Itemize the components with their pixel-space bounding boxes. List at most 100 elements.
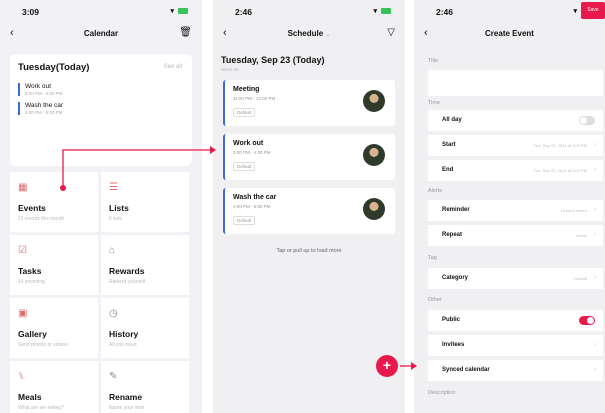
trash-icon[interactable]: 🗑	[179, 27, 192, 38]
tile-label: History	[109, 329, 139, 339]
event-card[interactable]: Work out 3:00 PM - 4:00 PM Default	[223, 134, 395, 180]
row-label: Invitees	[442, 342, 465, 348]
event-title: Meeting	[233, 86, 260, 93]
page-title[interactable]: Schedule ⌄	[213, 29, 405, 38]
section-alerts: Alerts	[428, 188, 443, 194]
tile-sub: 21 events this month	[18, 216, 65, 222]
tile-label: Events	[18, 203, 46, 213]
checkbox-icon: ☑	[18, 245, 27, 256]
clock-icon: ◷	[109, 308, 118, 319]
signal-battery-icon: ▾	[374, 7, 391, 15]
row-label: Reminder	[442, 207, 470, 213]
repeat-row[interactable]: Repeat Never ›	[428, 225, 603, 246]
section-time: Time	[428, 100, 441, 106]
row-label: Repeat	[442, 232, 463, 238]
today-heading: Tuesday(Today)	[18, 62, 90, 73]
section-title: Title	[428, 58, 439, 64]
add-event-button[interactable]: +	[376, 355, 398, 377]
status-time: 2:46	[436, 7, 454, 17]
schedule-title: Schedule	[287, 29, 324, 38]
tile-label: Gallery	[18, 329, 47, 339]
filter-icon[interactable]: ▽	[387, 27, 395, 38]
tile-sub: All you need	[109, 342, 137, 348]
chevron-right-icon: ›	[594, 342, 596, 348]
tile-tasks[interactable]: ☑ Tasks 14 incoming	[10, 235, 98, 295]
event-title: Work out	[233, 140, 264, 147]
calendar-icon: ▦	[18, 182, 28, 193]
tile-label: Meals	[18, 392, 42, 402]
chevron-right-icon: ›	[594, 275, 596, 281]
repeat-value: Never	[576, 233, 587, 238]
row-label: Category	[442, 275, 469, 281]
event-tag: Default	[233, 108, 256, 117]
today-card[interactable]: Tuesday(Today) See all Work out 3:00 PM …	[10, 54, 192, 166]
create-event-screen: 2:46 ▾ ‹ Create Event Save Title Time Al…	[414, 0, 605, 413]
status-time: 3:09	[22, 7, 40, 17]
today-event-time: 4:00 PM - 5:00 PM	[25, 110, 63, 115]
avatar	[363, 90, 385, 112]
reminder-value: 15 mins before	[560, 208, 587, 213]
today-event[interactable]: Work out 3:00 PM - 4:00 PM	[18, 83, 184, 96]
chevron-down-icon: ⌄	[325, 32, 331, 38]
tile-history[interactable]: ◷ History All you need	[101, 298, 189, 358]
tile-events[interactable]: ▦ Events 21 events this month	[10, 172, 98, 232]
today-event-title: Wash the car	[25, 102, 64, 109]
avatar	[363, 144, 385, 166]
save-button[interactable]: Save	[581, 2, 605, 19]
nav-bar: ‹ Create Event	[414, 22, 605, 46]
tile-label: Lists	[109, 203, 129, 213]
category-value: Default	[574, 276, 587, 281]
nav-bar: ‹ Calendar 🗑	[0, 22, 202, 46]
tile-gallery[interactable]: ▣ Gallery Send photos or videos	[10, 298, 98, 358]
tile-rename[interactable]: ✎ Rename Name your item	[101, 361, 189, 413]
tile-meals[interactable]: ⑊ Meals What are we eating?	[10, 361, 98, 413]
tile-sub: Send photos or videos	[18, 342, 68, 348]
signal-battery-icon: ▾	[171, 7, 188, 15]
date-subtitle: Week 39	[221, 67, 239, 72]
see-all-link[interactable]: See all	[164, 64, 182, 70]
all-day-toggle[interactable]	[579, 116, 595, 125]
chevron-right-icon: ›	[594, 207, 596, 213]
end-row[interactable]: End Tue, Sep 23, 2014 at 4:00 PM ›	[428, 160, 603, 181]
start-value: Tue, Sep 23, 2014 at 3:00 PM	[533, 143, 587, 148]
row-label: All day	[442, 117, 462, 123]
load-more-hint[interactable]: Tap or pull up to load more	[213, 248, 405, 254]
row-label: End	[442, 167, 454, 173]
all-day-row[interactable]: All day	[428, 110, 603, 131]
tile-rewards[interactable]: ⌂ Rewards Reward yourself	[101, 235, 189, 295]
event-tag: Default	[233, 216, 256, 225]
tile-label: Tasks	[18, 266, 42, 276]
reminder-row[interactable]: Reminder 15 mins before ›	[428, 200, 603, 221]
tile-label: Rename	[109, 392, 143, 402]
title-input[interactable]	[428, 70, 603, 96]
row-label: Start	[442, 142, 456, 148]
tile-sub: 5 lists	[109, 216, 122, 222]
page-title: Calendar	[83, 29, 119, 38]
nav-bar: ‹ Schedule ⌄ ▽	[213, 22, 405, 46]
today-event[interactable]: Wash the car 4:00 PM - 5:00 PM	[18, 102, 184, 115]
category-row[interactable]: Category Default ›	[428, 268, 603, 289]
tile-sub: Reward yourself	[109, 279, 146, 285]
status-bar: 2:46 ▾	[414, 0, 605, 22]
start-row[interactable]: Start Tue, Sep 23, 2014 at 3:00 PM ›	[428, 135, 603, 156]
row-label: Synced calendar	[442, 367, 490, 373]
tile-sub: What are we eating?	[18, 405, 64, 411]
tile-label: Rewards	[109, 266, 145, 276]
event-title: Wash the car	[233, 194, 277, 201]
chevron-right-icon: ›	[594, 367, 596, 373]
row-label: Public	[442, 317, 461, 323]
invitees-row[interactable]: Invitees ›	[428, 335, 603, 356]
public-row[interactable]: Public	[428, 310, 603, 331]
tile-lists[interactable]: ☰ Lists 5 lists	[101, 172, 189, 232]
status-bar: 3:09 ▾	[0, 0, 202, 22]
section-description: Description	[428, 390, 456, 396]
gift-icon: ⌂	[109, 245, 116, 256]
synced-calendar-row[interactable]: Synced calendar ›	[428, 360, 603, 381]
public-toggle[interactable]	[579, 316, 595, 325]
event-card[interactable]: Meeting 11:00 PM - 12:00 PM Default	[223, 80, 395, 126]
list-icon: ☰	[109, 182, 118, 193]
status-bar: 2:46 ▾	[213, 0, 405, 22]
date-heading: Tuesday, Sep 23 (Today)	[221, 55, 325, 65]
event-card[interactable]: Wash the car 4:00 PM - 5:00 PM Default	[223, 188, 395, 234]
status-time: 2:46	[235, 7, 253, 17]
